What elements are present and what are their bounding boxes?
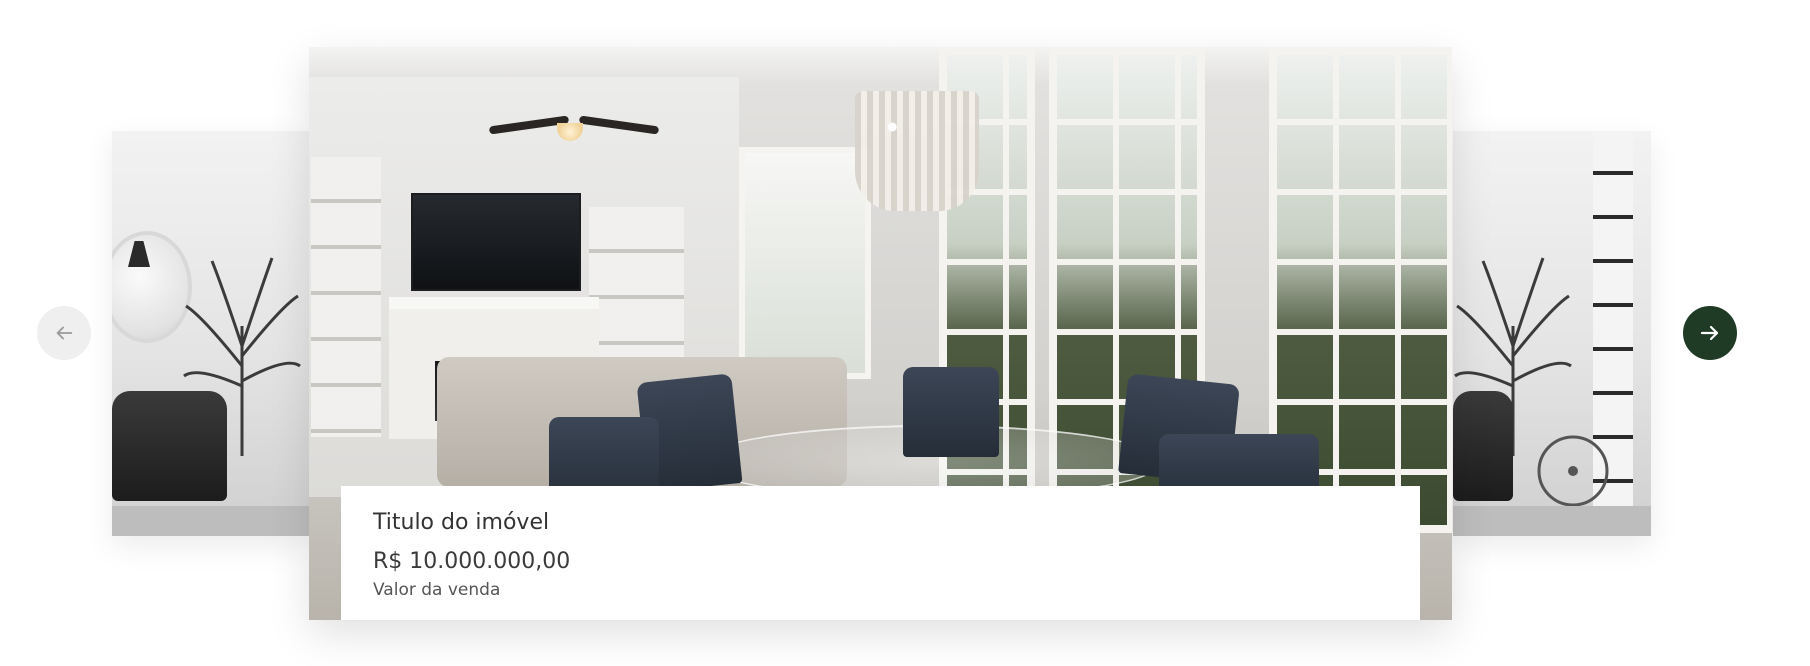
carousel-next-button[interactable] — [1683, 306, 1737, 360]
fan-image — [1537, 435, 1609, 507]
slide-image — [1453, 131, 1651, 536]
tv-image — [411, 193, 581, 291]
back-window-image — [739, 147, 871, 379]
property-carousel: Titulo do imóvel R$ 10.000.000,00 Valor … — [0, 0, 1810, 666]
floor-image — [112, 506, 310, 536]
carousel-slide-previous[interactable] — [112, 131, 310, 536]
property-title: Titulo do imóvel — [373, 510, 550, 535]
shelf-right-image — [589, 207, 684, 367]
property-price: R$ 10.000.000,00 — [373, 549, 571, 574]
floor-image — [1453, 506, 1651, 536]
slide-image — [112, 131, 310, 536]
carousel-prev-button[interactable] — [37, 306, 91, 360]
armchair-image — [112, 391, 227, 501]
ceiling-fan-image — [479, 105, 660, 145]
property-info-panel: Titulo do imóvel R$ 10.000.000,00 Valor … — [341, 486, 1420, 620]
chandelier-image — [855, 91, 979, 211]
arrow-right-icon — [1700, 325, 1719, 341]
armchair-image — [1453, 391, 1513, 501]
fan-blade — [578, 115, 660, 135]
dining-chair-image — [903, 367, 999, 457]
arrow-left-icon — [56, 326, 73, 340]
property-price-label: Valor da venda — [373, 580, 501, 600]
shelf-left-image — [311, 157, 381, 437]
fan-light — [557, 123, 583, 141]
carousel-slide-active[interactable]: Titulo do imóvel R$ 10.000.000,00 Valor … — [309, 47, 1452, 620]
mirror-image — [112, 231, 192, 343]
carousel-slide-next[interactable] — [1453, 131, 1651, 536]
